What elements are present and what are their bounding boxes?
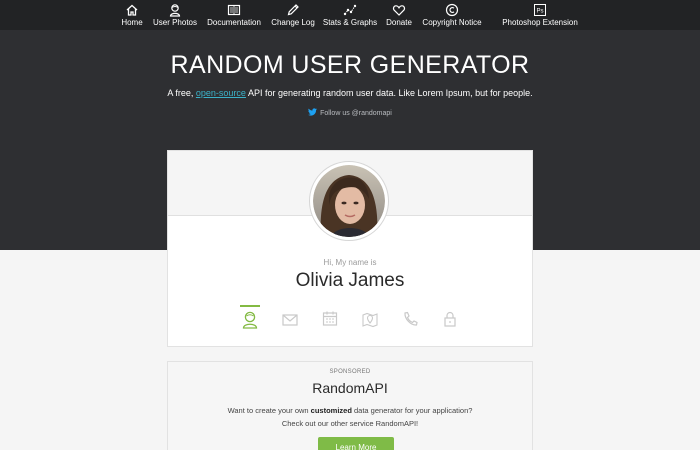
- nav-copyright-notice[interactable]: Copyright Notice: [419, 3, 485, 29]
- nav-documentation-label: Documentation: [207, 18, 261, 27]
- learn-more-button[interactable]: Learn More: [318, 437, 394, 450]
- twitter-follow-link[interactable]: Follow us @randomapi: [0, 108, 700, 118]
- nav-change-log-label: Change Log: [271, 18, 315, 27]
- nav-stats-graphs-label: Stats & Graphs: [322, 18, 378, 27]
- heart-icon: [383, 3, 415, 17]
- sponsored-line2: Check out our other service RandomAPI!: [281, 419, 419, 428]
- avatar: [309, 161, 389, 241]
- sponsored-card: SPONSORED RandomAPI Want to create your …: [167, 361, 533, 450]
- follow-text: Follow us @randomapi: [320, 110, 392, 117]
- stats-icon: [321, 3, 379, 17]
- sponsored-title: RandomAPI: [312, 380, 388, 396]
- photoshop-icon-text: Ps: [536, 9, 543, 15]
- tab-email[interactable]: [278, 305, 302, 331]
- hero-subtitle-suffix: API for generating random user data. Lik…: [245, 88, 533, 98]
- tab-password[interactable]: [438, 305, 462, 331]
- tab-birthday[interactable]: [318, 305, 342, 331]
- nav-user-photos[interactable]: User Photos: [150, 3, 200, 29]
- sponsored-description: Want to create your own customized data …: [168, 406, 532, 415]
- nav-copyright-notice-label: Copyright Notice: [422, 18, 482, 27]
- sponsored-label: SPONSORED: [329, 369, 371, 375]
- top-navigation: Home User Photos Documentation Change Lo…: [0, 0, 700, 30]
- hero-subtitle: A free, open-source API for generating r…: [0, 88, 700, 98]
- documentation-icon: [203, 3, 265, 17]
- user-name: Olivia James: [295, 270, 405, 291]
- sponsored-line1-suffix: data generator for your application?: [351, 406, 473, 415]
- user-icon: [238, 308, 262, 330]
- nav-photoshop-extension[interactable]: Ps Photoshop Extension: [498, 3, 582, 29]
- nav-donate[interactable]: Donate: [383, 3, 415, 29]
- tab-user[interactable]: [238, 305, 262, 331]
- calendar-icon: [318, 308, 342, 330]
- nav-home-label: Home: [121, 18, 143, 27]
- nav-home[interactable]: Home: [118, 3, 146, 29]
- sponsored-line1-bold: customized: [310, 406, 352, 415]
- tab-location[interactable]: [358, 305, 382, 331]
- hero-subtitle-prefix: A free,: [167, 88, 196, 98]
- photoshop-icon: Ps: [498, 3, 582, 17]
- nav-donate-label: Donate: [386, 18, 412, 27]
- nav-user-photos-label: User Photos: [152, 18, 198, 27]
- user-info-tabs: [168, 305, 532, 331]
- nav-change-log[interactable]: Change Log: [269, 3, 317, 29]
- lock-icon: [438, 308, 462, 330]
- user-photos-icon: [150, 3, 200, 17]
- avatar-photo: [313, 165, 385, 237]
- nav-photoshop-extension-label: Photoshop Extension: [502, 18, 578, 27]
- pencil-icon: [269, 3, 317, 17]
- phone-icon: [398, 308, 422, 330]
- nav-documentation[interactable]: Documentation: [203, 3, 265, 29]
- copyright-icon: [419, 3, 485, 17]
- home-icon: [118, 3, 146, 17]
- twitter-icon: [308, 108, 318, 118]
- tab-phone[interactable]: [398, 305, 422, 331]
- open-source-link[interactable]: open-source: [196, 88, 246, 98]
- sponsored-line1-prefix: Want to create your own: [227, 406, 311, 415]
- email-icon: [278, 308, 302, 330]
- page-title: RANDOM USER GENERATOR: [170, 51, 530, 79]
- name-intro: Hi, My name is: [323, 258, 377, 267]
- nav-stats-graphs[interactable]: Stats & Graphs: [321, 3, 379, 29]
- user-card: Hi, My name is Olivia James: [167, 150, 533, 347]
- map-icon: [358, 308, 382, 330]
